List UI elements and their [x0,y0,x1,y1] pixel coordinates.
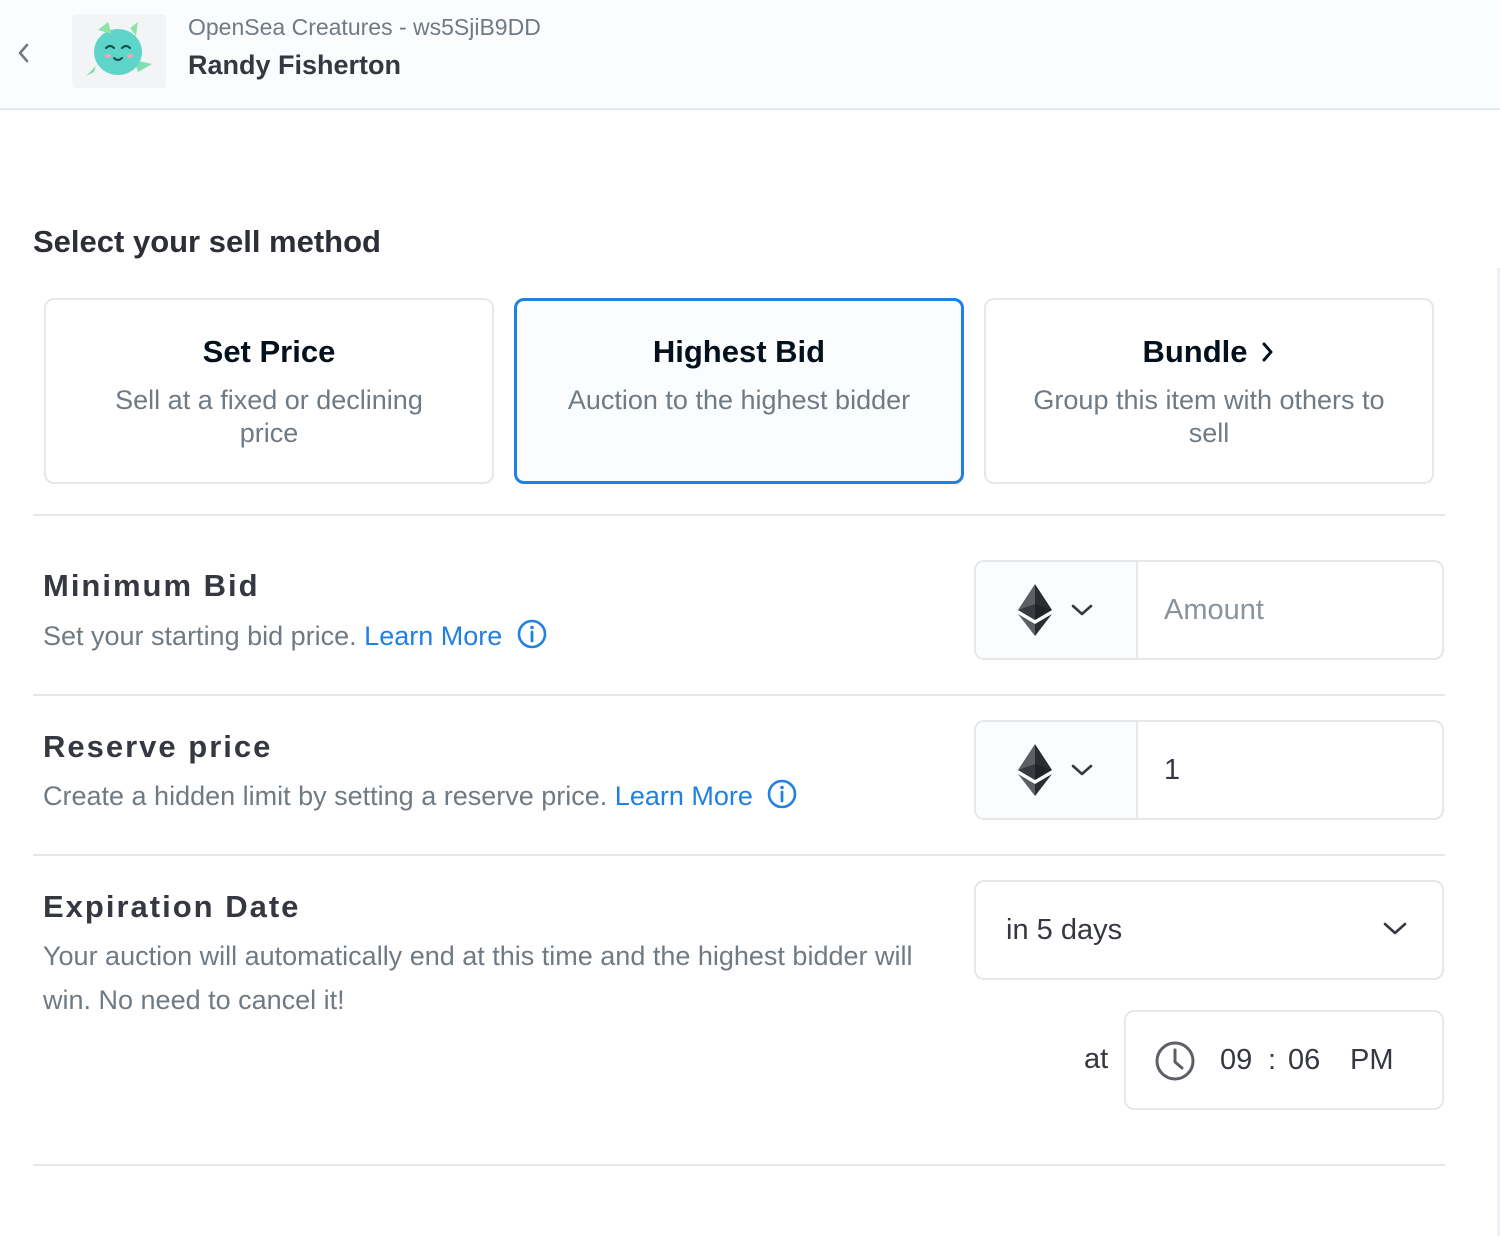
clock-icon [1155,1041,1195,1081]
time-separator: : [1268,1044,1277,1076]
set-price-title: Set Price [202,334,336,369]
highest-bid-title: Highest Bid [652,334,826,369]
chevron-down-icon [1071,764,1093,776]
bundle-option[interactable]: Bundle Group this item with others to se… [984,298,1434,484]
minimum-bid-description: Set your starting bid price. Learn More [43,614,548,658]
chevron-down-icon [1071,604,1093,616]
ethereum-icon [1018,584,1052,636]
ethereum-icon [1018,744,1052,796]
reserve-price-input-group [974,720,1444,820]
back-button[interactable] [10,38,36,68]
minimum-bid-amount-input[interactable] [1138,562,1442,658]
time-hour[interactable]: 09 [1220,1044,1252,1077]
divider [33,1164,1445,1166]
set-price-option[interactable]: Set Price Sell at a fixed or declining p… [44,298,494,484]
reserve-price-description: Create a hidden limit by setting a reser… [43,774,798,818]
time-minute[interactable]: 06 [1288,1044,1320,1077]
minimum-bid-title: Minimum Bid [43,568,260,603]
sell-method-title: Select your sell method [33,224,381,259]
expiration-date-description: Your auction will automatically end at t… [43,941,913,1015]
set-price-description: Sell at a fixed or declining price [115,385,423,448]
highest-bid-option[interactable]: Highest Bid Auction to the highest bidde… [514,298,964,484]
highest-bid-description: Auction to the highest bidder [567,385,911,415]
bundle-description: Group this item with others to sell [1033,385,1385,448]
creature-thumbnail [72,14,166,88]
item-name: Randy Fisherton [188,50,402,80]
expiration-time-input[interactable]: 09 : 06 PM [1124,1010,1444,1110]
expiration-duration-value: in 5 days [1006,914,1123,946]
chevron-right-icon [1262,342,1273,362]
reserve-price-amount-input[interactable] [1138,722,1442,818]
at-label: at [1084,1043,1109,1075]
time-ampm[interactable]: PM [1350,1044,1394,1077]
reserve-price-learn-more-link[interactable]: Learn More [615,781,753,811]
reserve-price-title: Reserve price [43,729,273,764]
expiration-duration-select[interactable]: in 5 days [974,880,1444,980]
minimum-bid-input-group [974,560,1444,660]
divider [33,514,1445,516]
divider [33,854,1445,856]
minimum-bid-learn-more-link[interactable]: Learn More [364,621,502,651]
chevron-left-icon [18,43,29,63]
collection-name[interactable]: OpenSea Creatures - ws5SjiB9DD [188,14,541,41]
expiration-date-title: Expiration Date [43,889,301,924]
divider [33,694,1445,696]
minimum-bid-currency-select[interactable] [976,562,1138,658]
bundle-title: Bundle [1142,334,1248,369]
reserve-price-currency-select[interactable] [976,722,1138,818]
asset-header: OpenSea Creatures - ws5SjiB9DD Randy Fis… [0,0,1500,110]
info-icon[interactable] [516,618,548,650]
chevron-down-icon [1383,922,1407,935]
info-icon[interactable] [766,778,798,810]
